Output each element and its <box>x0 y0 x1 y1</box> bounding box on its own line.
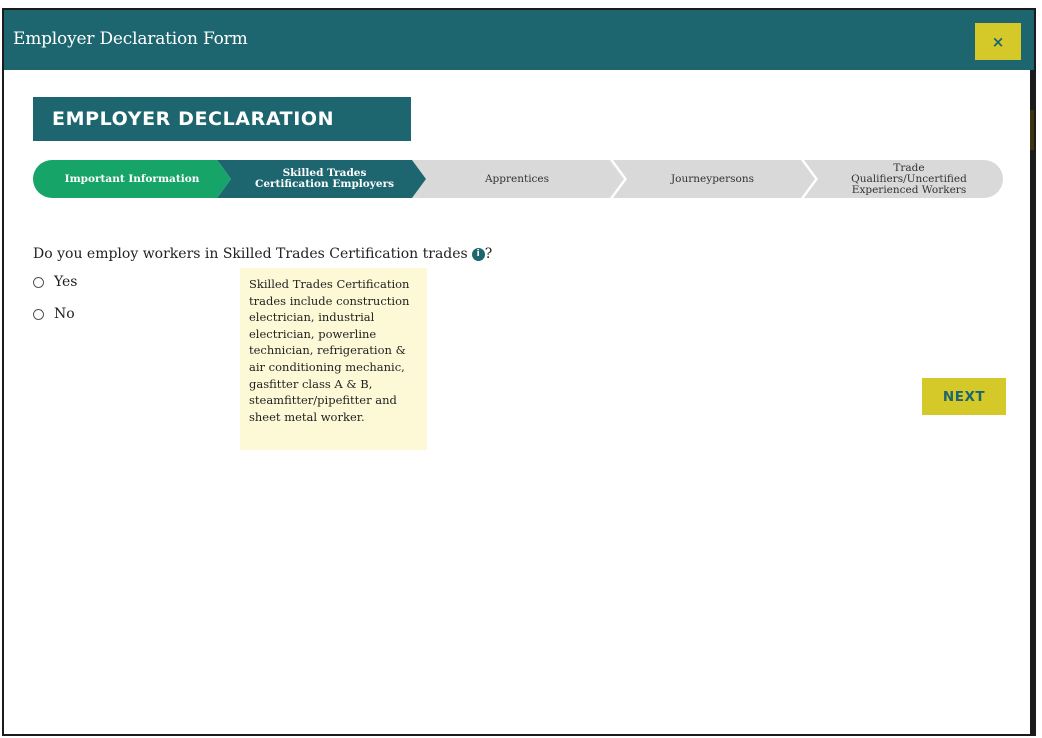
radio-option-no[interactable]: No <box>33 306 75 322</box>
close-button[interactable]: × <box>975 23 1021 60</box>
next-button[interactable]: NEXT <box>922 378 1006 415</box>
radio-label: Yes <box>54 274 78 290</box>
step-trade-qualifiers[interactable]: Trade Qualifiers/Uncertified Experienced… <box>803 160 1003 198</box>
radio-button[interactable] <box>33 276 44 288</box>
question-suffix: ? <box>484 246 493 262</box>
question-label: Do you employ workers in Skilled Trades … <box>33 246 492 262</box>
modal-header: Employer Declaration Form × <box>4 10 1034 70</box>
scrollbar-edge <box>1030 70 1034 734</box>
info-tooltip: Skilled Trades Certification trades incl… <box>240 268 427 450</box>
step-skilled-trades-certification-employers[interactable]: Skilled Trades Certification Employers <box>217 160 426 198</box>
step-journeypersons[interactable]: Journeypersons <box>608 160 817 198</box>
step-apprentices[interactable]: Apprentices <box>412 160 622 198</box>
modal-window: Employer Declaration Form × EMPLOYER DEC… <box>2 8 1036 736</box>
form-heading: EMPLOYER DECLARATION <box>33 97 411 141</box>
step-label: Trade Qualifiers/Uncertified Experienced… <box>851 161 967 196</box>
radio-label: No <box>54 306 75 322</box>
info-icon[interactable]: i <box>471 247 485 261</box>
next-button-label: NEXT <box>942 388 986 405</box>
step-label: Important Information <box>64 172 200 185</box>
modal-title: Employer Declaration Form <box>13 29 248 49</box>
radio-button[interactable] <box>33 308 44 320</box>
step-label: Journeypersons <box>670 172 755 185</box>
close-icon: × <box>991 32 1005 51</box>
question-text: Do you employ workers in Skilled Trades … <box>33 246 468 262</box>
radio-option-yes[interactable]: Yes <box>33 274 78 290</box>
form-heading-text: EMPLOYER DECLARATION <box>52 108 335 130</box>
progress-stepper: Important Information Skilled Trades Cer… <box>33 160 1003 198</box>
step-important-information[interactable]: Important Information <box>33 160 231 198</box>
step-label: Skilled Trades Certification Employers <box>254 167 395 190</box>
step-label: Apprentices <box>484 172 550 185</box>
